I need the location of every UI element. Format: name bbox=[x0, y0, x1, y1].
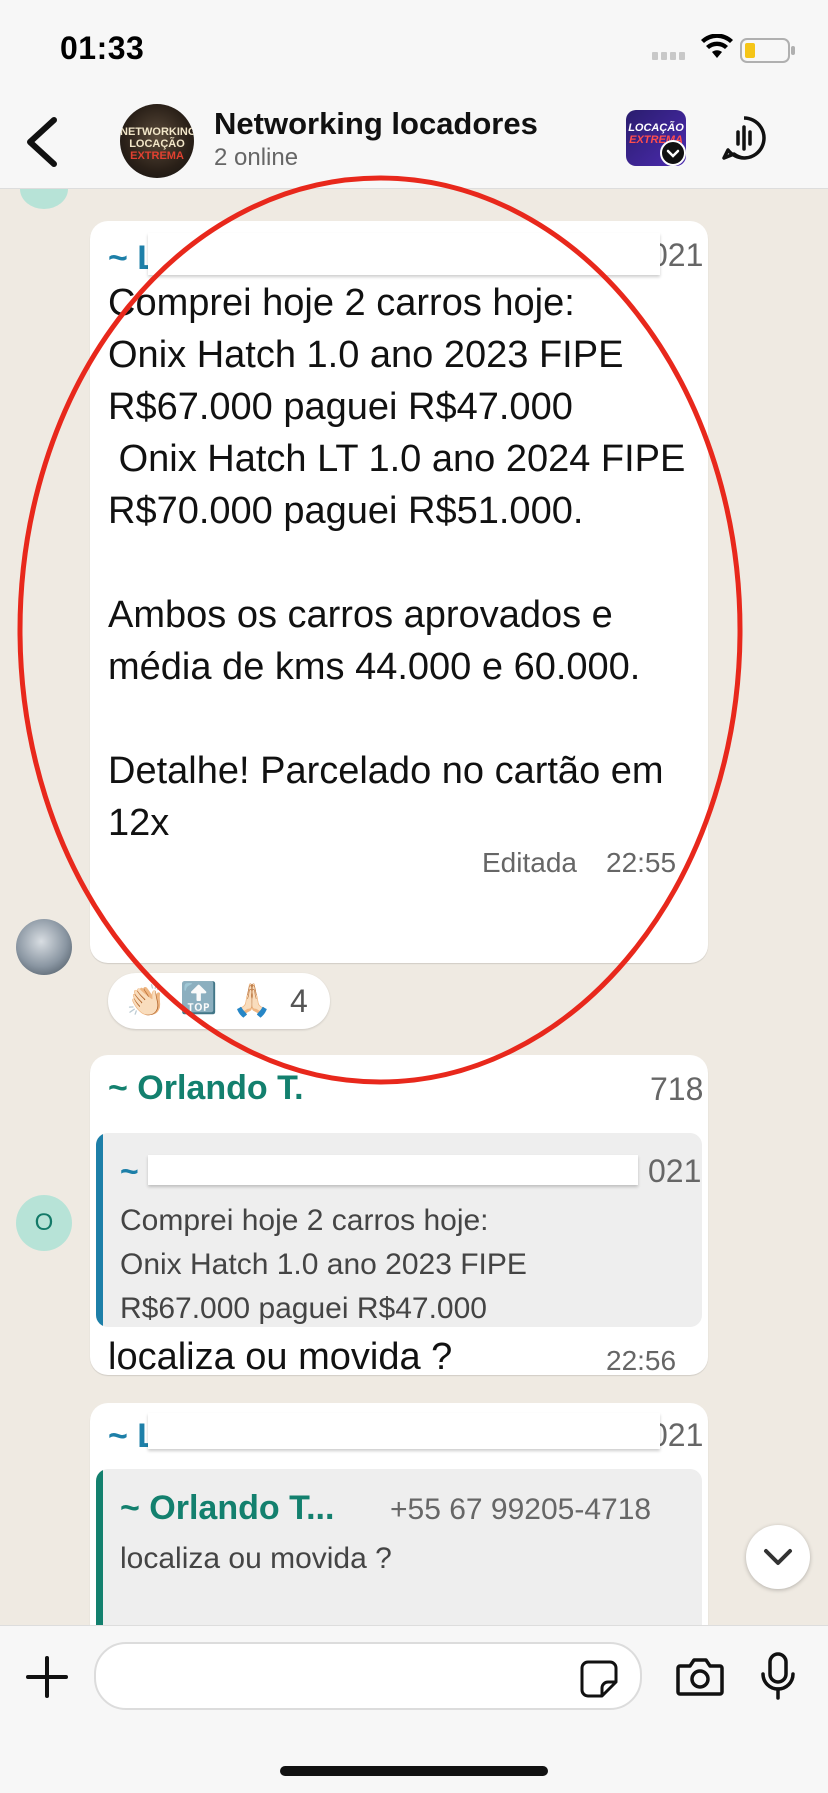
voice-chat-icon[interactable] bbox=[720, 114, 768, 162]
redaction-box bbox=[148, 1413, 660, 1449]
pray-emoji-icon: 🙏🏻 bbox=[232, 982, 272, 1018]
group-avatar-logo-text: NETWORKING LOCAÇÃO EXTREMA bbox=[120, 126, 194, 162]
quoted-text: Comprei hoje 2 carros hoje: Onix Hatch 1… bbox=[120, 1204, 527, 1325]
wifi-icon bbox=[701, 34, 733, 58]
redaction-box bbox=[148, 1155, 638, 1185]
camera-icon[interactable] bbox=[676, 1656, 724, 1696]
message-time: 22:55 bbox=[606, 847, 677, 878]
message-bubble[interactable]: ~ Le 021 Comprei hoje 2 carros hoje: Oni… bbox=[90, 221, 708, 963]
quoted-text: localiza ou movida ? bbox=[120, 1542, 392, 1575]
quoted-sender-phone: +55 67 99205-4718 bbox=[390, 1493, 652, 1526]
quoted-sender: ~ Orlando T... bbox=[120, 1489, 335, 1527]
group-title[interactable]: Networking locadores bbox=[214, 106, 538, 142]
message-bubble[interactable]: ~ Le 021 ~ Orlando T... +55 67 99205-471… bbox=[90, 1403, 708, 1625]
message-bubble[interactable]: ~ Orlando T. 718 ~ L 021 Comprei hoje 2 … bbox=[90, 1055, 708, 1378]
chevron-down-icon bbox=[764, 1549, 792, 1565]
quoted-sender-phone: 021 bbox=[648, 1153, 702, 1189]
message-input[interactable] bbox=[94, 1642, 642, 1710]
quoted-message[interactable]: ~ L 021 Comprei hoje 2 carros hoje: Onix… bbox=[96, 1133, 702, 1327]
cellular-signal-icon bbox=[652, 52, 685, 60]
message-time: 22:56 bbox=[606, 1345, 677, 1376]
reactions-pill[interactable]: 👏🏻 🔝 🙏🏻 4 bbox=[108, 973, 330, 1029]
scroll-to-bottom-button[interactable] bbox=[746, 1525, 810, 1589]
sticker-icon[interactable] bbox=[580, 1660, 618, 1698]
message-sender[interactable]: ~ Orlando T. bbox=[108, 1069, 304, 1108]
message-input-bar bbox=[0, 1625, 828, 1793]
group-avatar[interactable]: NETWORKING LOCAÇÃO EXTREMA bbox=[120, 104, 194, 178]
previous-avatar bbox=[20, 189, 68, 209]
message-text: localiza ou movida ? bbox=[108, 1336, 453, 1378]
message-sender-phone: 718 bbox=[650, 1071, 704, 1107]
battery-icon bbox=[740, 38, 795, 63]
chat-messages-area[interactable]: ~ Le 021 Comprei hoje 2 carros hoje: Oni… bbox=[0, 189, 828, 1625]
group-online-status: 2 online bbox=[214, 144, 299, 171]
message-text: Comprei hoje 2 carros hoje: Onix Hatch 1… bbox=[108, 282, 686, 844]
message-edited-label: Editada bbox=[482, 847, 577, 878]
community-check-icon bbox=[660, 140, 686, 166]
quoted-message[interactable]: ~ Orlando T... +55 67 99205-4718 localiz… bbox=[96, 1469, 702, 1625]
chat-header: NETWORKING LOCAÇÃO EXTREMA Networking loca… bbox=[0, 100, 828, 189]
home-indicator bbox=[280, 1766, 548, 1776]
microphone-icon[interactable] bbox=[760, 1652, 796, 1700]
sender-avatar[interactable]: O bbox=[16, 1195, 72, 1251]
top-emoji-icon: 🔝 bbox=[180, 982, 218, 1015]
back-chevron-icon[interactable] bbox=[22, 112, 62, 172]
status-time: 01:33 bbox=[60, 30, 145, 66]
clap-emoji-icon: 👏🏻 bbox=[126, 982, 166, 1018]
redaction-box bbox=[148, 233, 660, 275]
reaction-count: 4 bbox=[290, 983, 308, 1019]
plus-icon[interactable] bbox=[26, 1656, 68, 1698]
sender-avatar[interactable] bbox=[16, 919, 72, 975]
status-bar: 01:33 bbox=[0, 0, 828, 100]
